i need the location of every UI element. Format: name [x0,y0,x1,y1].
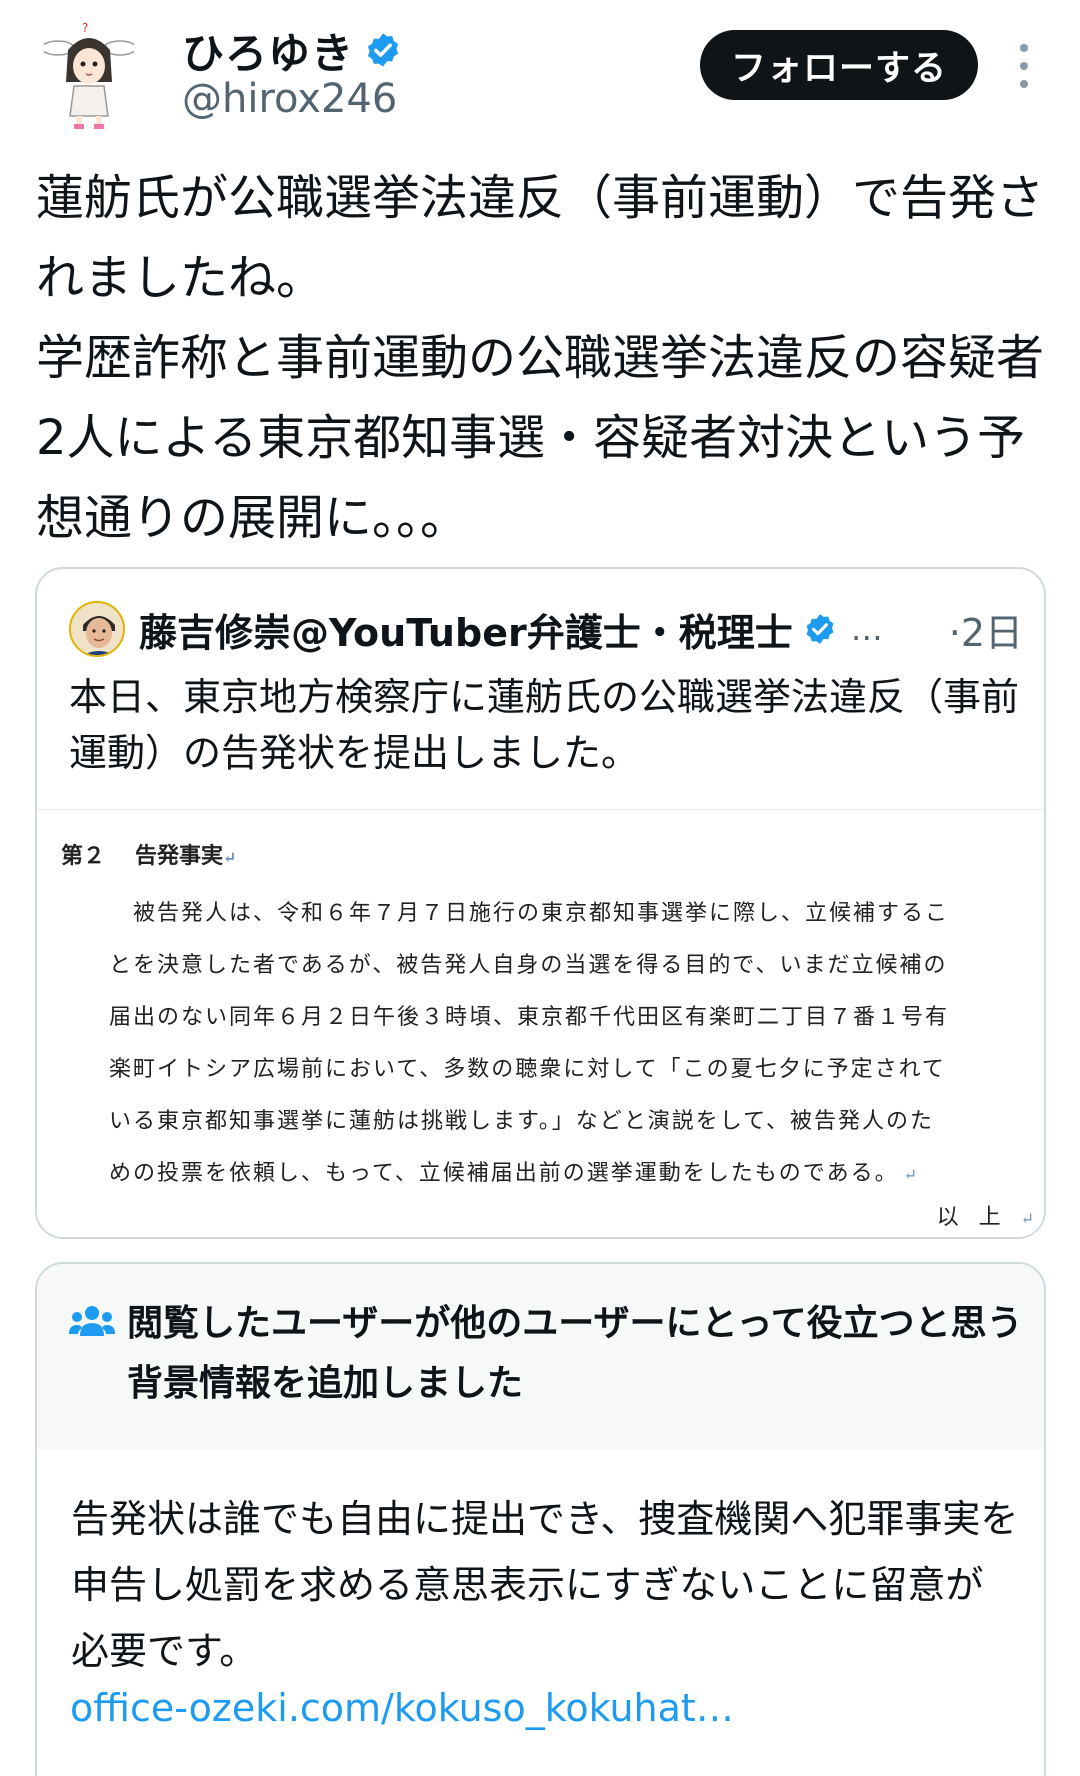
attached-document-image[interactable]: 第２ 告発事実↵ 被告発人は、令和６年７月７日施行の東京都知事選挙に際し、立候補す… [37,809,1044,1237]
document-heading-title: 告発事実 [135,843,224,869]
tweet-text: 蓮舫氏が公職選挙法違反（事前運動）で告発されましたね。 学歴詐称と事前運動の公職… [36,170,1045,546]
document-line: とを決意した者であるが、被告発人自身の当選を得る目的で、いまだ立候補の [109,953,948,978]
verified-badge-icon [364,31,402,69]
display-name[interactable]: ひろゆき [182,20,354,81]
avatar[interactable]: ? [41,20,137,132]
quoted-author-avatar[interactable] [69,601,125,657]
document-body: 被告発人は、令和６年７月７日施行の東京都知事選挙に際し、立候補することを決意した… [109,888,1044,1201]
tweet-header: ? ひろゆき @hirox246 フォローする [0,0,1080,140]
document-line: いる東京都知事選挙に蓮舫は挑戦します。」などと演説をして、被告発人のた [109,1109,935,1134]
document-line: 楽町イトシア広場前において、多数の聴衆に対して「この夏七夕に予定されて [109,1057,946,1082]
handle-truncation: … [850,610,883,648]
document-heading: 第２ 告発事実↵ [61,843,237,869]
author-name-row[interactable]: ひろゆき [182,22,402,78]
svg-text:?: ? [82,21,88,35]
quoted-tweet[interactable]: 藤吉修崇@YouTuber弁護士・税理士 … ·2日 本日、東京地方検察庁に蓮舫… [35,567,1046,1239]
community-note-title: 閲覧したユーザーが他のユーザーにとって役立つと思う背景情報を追加しました [127,1303,1023,1404]
quoted-tweet-header: 藤吉修崇@YouTuber弁護士・税理士 … ·2日 [69,601,1029,657]
community-note-header: 閲覧したユーザーが他のユーザーにとって役立つと思う背景情報を追加しました [37,1264,1044,1450]
document-heading-number: 第２ [61,843,106,869]
community-note-link[interactable]: office-ozeki.com/kokuso_kokuhat… [70,1686,734,1730]
quoted-timestamp[interactable]: ·2日 [949,602,1023,657]
follow-button[interactable]: フォローする [700,30,978,100]
document-line: 届出のない同年６月２日午後３時頃、東京都千代田区有楽町二丁目７番１号有 [109,1005,950,1030]
document-end-mark: 以上↵ [936,1205,1034,1230]
community-note-body: 告発状は誰でも自由に提出でき、捜査機関へ犯罪事実を申告し処罰を求める意思表示にす… [71,1497,1019,1673]
more-options-icon[interactable] [1010,44,1038,88]
verified-badge-icon [803,612,837,646]
community-notes-icon [69,1304,115,1340]
document-line: めの投票を依頼し、もって、立候補届出前の選挙運動をしたものである。 ↵ [109,1161,918,1186]
document-line: 被告発人は、令和６年７月７日施行の東京都知事選挙に際し、立候補するこ [133,901,950,926]
quoted-author-name[interactable]: 藤吉修崇@YouTuber弁護士・税理士 [139,602,793,657]
author-handle[interactable]: @hirox246 [182,76,397,122]
quoted-tweet-text: 本日、東京地方検察庁に蓮舫氏の公職選挙法違反（事前運動）の告発状を提出しました。 [69,675,1020,775]
